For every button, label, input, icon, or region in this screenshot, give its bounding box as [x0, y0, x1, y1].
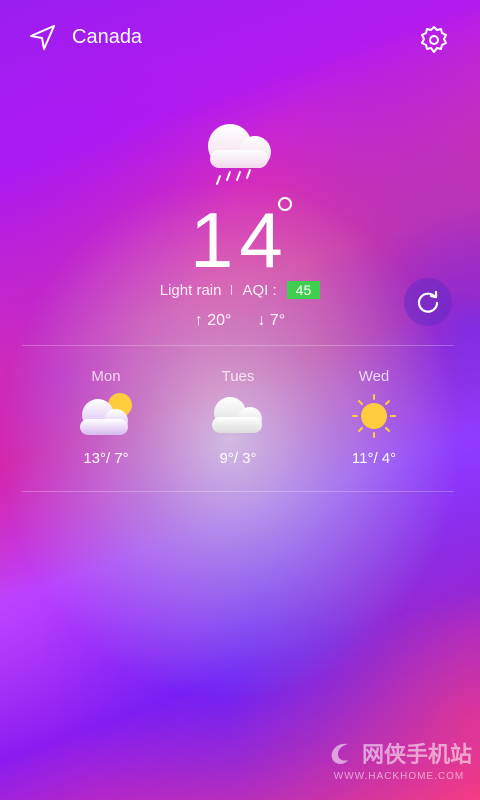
forecast-day-tues[interactable]: Tues 9°/ 3°	[178, 368, 298, 467]
sun-icon	[352, 394, 396, 438]
location-arrow-icon	[30, 25, 55, 50]
aqi-badge[interactable]: 45	[286, 281, 321, 299]
forecast-temps: 9°/ 3°	[219, 450, 257, 467]
forecast-temps: 11°/ 4°	[351, 450, 397, 467]
cloud-icon	[212, 397, 262, 433]
refresh-button[interactable]	[404, 278, 452, 326]
location-selector[interactable]: Canada	[28, 22, 142, 52]
watermark-brand: 网侠手机站	[361, 742, 472, 767]
partly-cloudy-icon	[80, 393, 132, 435]
watermark: 网侠手机站 WWW.HACKHOME.COM	[326, 737, 472, 782]
forecast-day-name: Tues	[221, 368, 255, 385]
watermark-logo-icon	[331, 743, 348, 764]
degree-symbol	[278, 197, 292, 211]
divider-bottom	[22, 491, 454, 492]
refresh-icon	[417, 290, 439, 313]
watermark-url: WWW.HACKHOME.COM	[333, 771, 465, 782]
top-bar: Canada	[28, 22, 450, 62]
condition-text: Light rain	[159, 281, 222, 299]
low-temperature: ↓ 7°	[257, 312, 286, 329]
forecast-day-name: Wed	[358, 368, 390, 385]
forecast-day-name: Mon	[91, 368, 121, 385]
forecast-strip: Mon 13°/ 7° Tues 9°/ 3° Wed 11°/ 4°	[0, 368, 480, 478]
settings-gear-icon[interactable]	[418, 24, 450, 56]
separator	[231, 285, 233, 295]
aqi-label: AQI :	[242, 281, 277, 299]
forecast-day-wed[interactable]: Wed 11°/ 4°	[314, 368, 434, 467]
rain-cloud-icon	[208, 124, 271, 185]
divider-top	[22, 345, 454, 346]
forecast-day-mon[interactable]: Mon 13°/ 7°	[46, 368, 166, 467]
current-temperature: 14	[190, 196, 289, 284]
high-temperature: ↑ 20°	[194, 312, 232, 329]
location-name: Canada	[72, 25, 143, 48]
forecast-temps: 13°/ 7°	[83, 450, 129, 467]
